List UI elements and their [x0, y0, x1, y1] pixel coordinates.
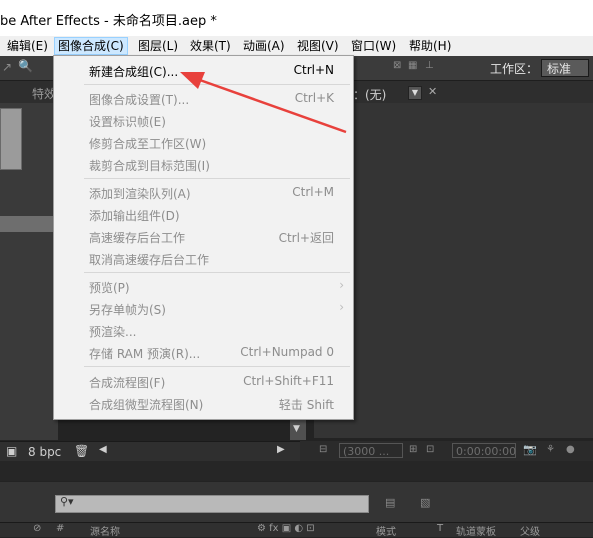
arrow-head — [180, 72, 205, 89]
red-arrow-pointer-icon — [180, 72, 347, 134]
arrow-shaft — [196, 77, 347, 134]
